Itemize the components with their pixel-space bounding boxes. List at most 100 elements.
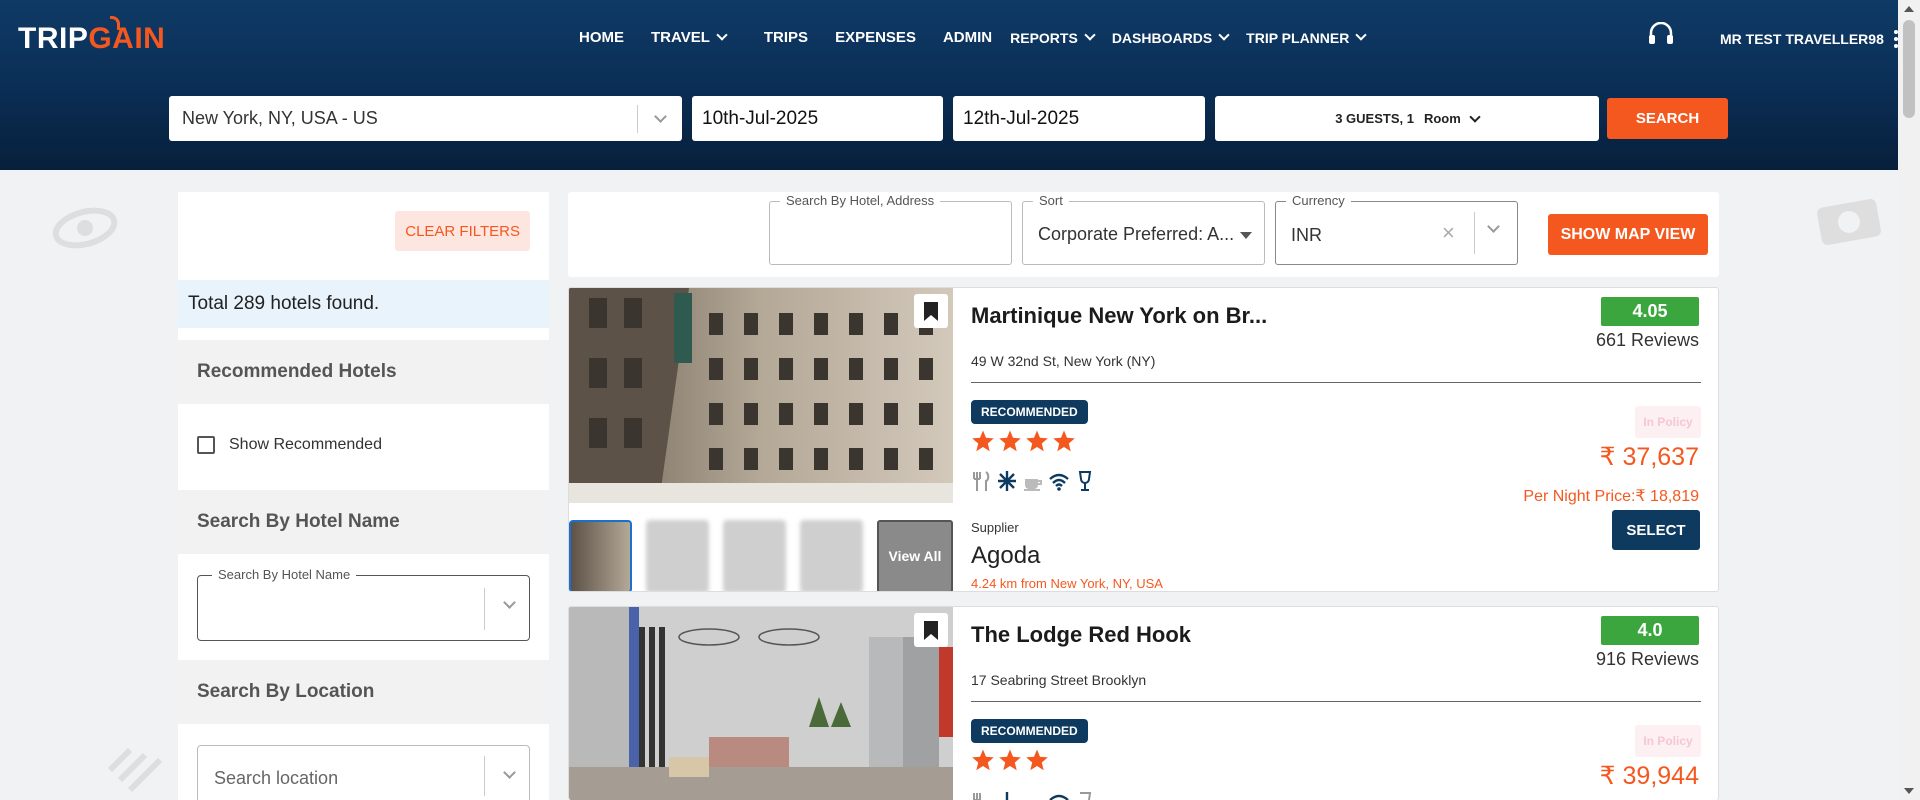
nav-admin[interactable]: ADMIN [943,29,992,46]
hotel-photo[interactable] [569,288,953,503]
divider [1474,212,1475,254]
coffee-icon [1023,791,1043,800]
view-all-photos-button[interactable]: View All [877,520,953,591]
user-menu[interactable]: MR TEST TRAVELLER98 [1720,30,1898,48]
bar-glass-icon [1078,471,1092,491]
total-price: ₹ 37,637 [1599,443,1699,471]
nav-trip-planner[interactable]: TRIP PLANNER [1246,29,1368,46]
star-icon [972,749,994,771]
location-placeholder: Search location [214,768,339,788]
checkout-value: 12th-Jul-2025 [963,107,1080,129]
clear-icon[interactable]: × [1442,220,1455,246]
currency-select[interactable]: Currency INR × [1275,193,1518,265]
coffee-icon [1024,479,1042,491]
tripgain-logo[interactable]: TRIPGAIN [18,16,166,56]
show-recommended-label: Show Recommended [229,436,382,453]
chevron-down-icon [1355,29,1368,41]
rating-badge: 4.05 [1601,297,1699,326]
results-toolbar: Search By Hotel, Address Sort Corporate … [568,192,1719,277]
wifi-icon [1049,473,1069,491]
nav-home[interactable]: HOME [579,29,624,46]
nav-dashboards[interactable]: DASHBOARDS [1111,29,1230,46]
eye-watermark-icon [52,207,118,249]
supplier-name: Agoda [971,542,1041,569]
hotel-address-search-input[interactable]: Search By Hotel, Address [769,193,1012,265]
show-recommended-checkbox[interactable]: Show Recommended [197,436,382,454]
hotel-card: View All Martinique New York on Br... 49… [568,287,1719,592]
hotel-name-search-field[interactable]: Search By Hotel Name [197,567,530,641]
nav-expenses[interactable]: EXPENSES [835,29,916,46]
amenities [971,791,1095,800]
chevron-down-icon [653,110,667,123]
logo-text-right: GAIN [88,22,166,55]
star-rating [971,748,1049,772]
photo-thumbnails: View All [569,520,953,591]
ac-snowflake-icon [998,471,1016,491]
thumbnail[interactable] [723,520,786,591]
clear-filters-button[interactable]: CLEAR FILTERS [395,211,530,251]
chevron-down-icon [1084,29,1096,41]
search-button[interactable]: SEARCH [1607,98,1728,139]
policy-badge: In Policy [1635,725,1701,757]
nav-reports[interactable]: REPORTS [1010,29,1096,46]
nav-trips[interactable]: TRIPS [764,29,808,46]
rating-badge: 4.0 [1601,616,1699,645]
top-header: TRIPGAIN HOME TRAVEL TRIPS EXPENSES ADMI… [0,0,1898,170]
main-nav: HOME TRAVEL TRIPS EXPENSES ADMIN REPORTS… [579,29,1392,46]
chevron-down-icon[interactable] [503,766,516,779]
logo-arrow-icon [110,16,120,30]
hotel-address: 17 Seabring Street Brooklyn [971,672,1147,688]
checkbox-box[interactable] [197,436,215,454]
hotel-photo[interactable] [569,607,953,800]
hotel-name[interactable]: The Lodge Red Hook [971,622,1191,648]
divider [971,382,1701,383]
location-search-field[interactable]: Search location [197,745,530,800]
thumbnail[interactable] [800,520,863,591]
location-value: New York, NY, USA - US [182,108,378,128]
hotel-name[interactable]: Martinique New York on Br... [971,303,1267,329]
star-icon [999,749,1021,771]
show-map-view-button[interactable]: SHOW MAP VIEW [1548,214,1708,255]
sun-watermark-icon [107,747,163,793]
chevron-down-icon [1218,29,1230,41]
scrollbar-thumb[interactable] [1903,20,1915,118]
select-button[interactable]: SELECT [1612,510,1700,550]
thumbnail[interactable] [646,520,709,591]
location-dropdown[interactable] [638,110,682,123]
sort-select[interactable]: Sort Corporate Preferred: A... [1022,193,1265,265]
hotel-name-heading: Search By Hotel Name [178,490,549,554]
per-night-price: Per Night Price:₹ 18,819 [1523,488,1699,505]
location-select[interactable]: New York, NY, USA - US [169,96,682,141]
wifi-icon [1049,794,1069,800]
scroll-up-arrow-icon[interactable] [1904,6,1914,12]
restaurant-icon [973,471,990,491]
room-label: Room [1423,111,1461,126]
user-name: MR TEST TRAVELLER98 [1720,31,1884,47]
chevron-down-icon[interactable] [1487,220,1500,233]
checkin-value: 10th-Jul-2025 [702,107,819,129]
total-price: ₹ 39,944 [1599,762,1699,790]
checkout-date-input[interactable]: 12th-Jul-2025 [953,96,1205,141]
distance-text: 4.24 km from New York, NY, USA [971,576,1163,591]
review-count[interactable]: 661 Reviews [1596,330,1699,351]
page-scrollbar[interactable] [1898,0,1920,800]
chevron-down-icon[interactable] [503,596,516,609]
bookmark-button[interactable] [914,294,948,328]
star-rating [971,429,1076,453]
review-count[interactable]: 916 Reviews [1596,649,1699,670]
sort-value: Corporate Preferred: A... [1038,224,1235,244]
checkin-date-input[interactable]: 10th-Jul-2025 [692,96,943,141]
star-icon [999,430,1021,452]
nav-travel-label: TRAVEL [651,29,710,46]
currency-value: INR [1291,225,1322,245]
location-heading: Search By Location [178,660,549,724]
guests-rooms-select[interactable]: 3 GUESTS, 1 Room [1215,96,1599,141]
camera-watermark-icon [1817,199,1881,245]
nav-travel[interactable]: TRAVEL [651,29,728,46]
bookmark-button[interactable] [914,613,948,647]
thumbnail[interactable] [569,520,632,591]
bookmark-icon [924,620,938,640]
headset-icon[interactable] [1648,22,1674,46]
scroll-down-arrow-icon[interactable] [1904,788,1914,794]
nav-dashboards-label: DASHBOARDS [1111,29,1213,46]
